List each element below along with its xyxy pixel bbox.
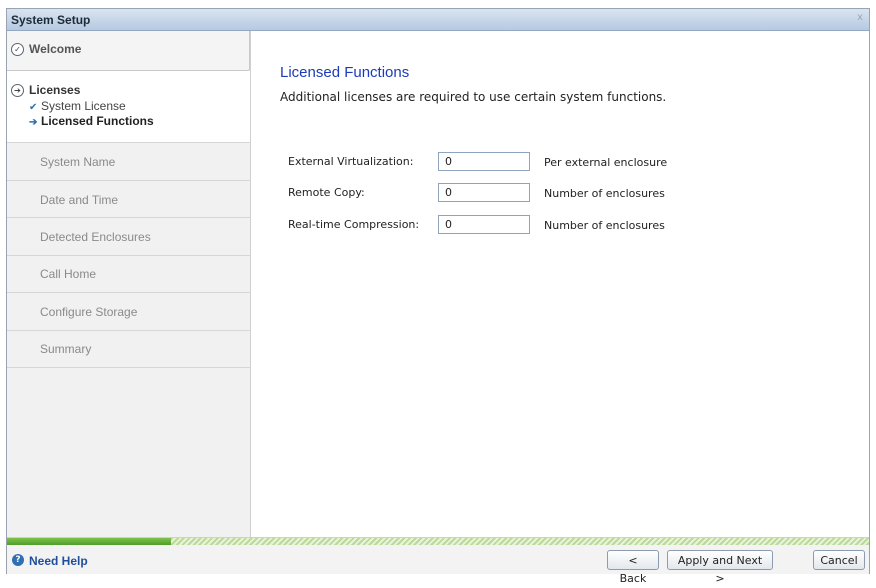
- page-description: Additional licenses are required to use …: [280, 90, 667, 104]
- step-call-home-label: Call Home: [40, 267, 97, 281]
- remote-copy-unit: Number of enclosures: [544, 187, 665, 200]
- field-row-external-virtualization: External Virtualization: Per external en…: [251, 149, 871, 173]
- step-configure-storage[interactable]: Configure Storage: [7, 293, 250, 331]
- licensed-functions-panel: Licensed Functions Additional licenses a…: [251, 31, 869, 537]
- real-time-compression-label: Real-time Compression:: [288, 218, 420, 231]
- step-licenses[interactable]: ➔ Licenses ✔ System License ➔ Licensed Fun…: [7, 71, 250, 143]
- apply-and-next-button[interactable]: Apply and Next >: [667, 550, 773, 585]
- cancel-button[interactable]: Cancel: [813, 550, 865, 570]
- wizard-progress-fill: [7, 538, 171, 545]
- step-detected-enclosures[interactable]: Detected Enclosures: [7, 218, 250, 256]
- step-licenses-label: Licenses: [29, 83, 81, 97]
- remote-copy-label: Remote Copy:: [288, 186, 365, 199]
- step-detected-enclosures-label: Detected Enclosures: [40, 230, 151, 244]
- real-time-compression-unit: Number of enclosures: [544, 219, 665, 232]
- external-virtualization-input[interactable]: [438, 152, 530, 171]
- field-row-real-time-compression: Real-time Compression: Number of enclosu…: [251, 212, 871, 236]
- substep-licensed-functions-label: Licensed Functions: [41, 114, 154, 128]
- real-time-compression-input[interactable]: [438, 215, 530, 234]
- external-virtualization-unit: Per external enclosure: [544, 156, 668, 169]
- step-configure-storage-label: Configure Storage: [40, 305, 138, 319]
- wizard-progress-bar: [7, 537, 869, 545]
- substep-licensed-functions[interactable]: ➔ Licensed Functions: [29, 114, 154, 128]
- page-title: Licensed Functions: [280, 64, 410, 81]
- check-icon: ✔: [29, 102, 38, 113]
- step-welcome[interactable]: ✓ Welcome: [7, 31, 250, 71]
- substep-system-license-label: System License: [41, 99, 126, 113]
- title-bar: System Setup x: [7, 9, 869, 31]
- step-welcome-label: Welcome: [29, 42, 82, 56]
- back-button[interactable]: < Back: [607, 550, 659, 585]
- arrow-right-icon: ➔: [29, 117, 38, 128]
- dialog-footer: ? Need Help < Back Apply and Next > Canc…: [7, 545, 869, 585]
- step-date-and-time-label: Date and Time: [40, 193, 119, 207]
- external-virtualization-label: External Virtualization:: [288, 155, 414, 168]
- dialog-title: System Setup: [11, 13, 91, 27]
- step-date-and-time[interactable]: Date and Time: [7, 181, 250, 218]
- close-icon[interactable]: x: [857, 12, 863, 23]
- field-row-remote-copy: Remote Copy: Number of enclosures: [251, 180, 871, 204]
- substep-system-license[interactable]: ✔ System License: [29, 99, 126, 113]
- check-circle-icon: ✓: [11, 43, 24, 56]
- arrow-circle-icon: ➔: [11, 84, 24, 97]
- help-icon[interactable]: ?: [12, 554, 24, 566]
- remote-copy-input[interactable]: [438, 183, 530, 202]
- wizard-steps-sidebar: ✓ Welcome ➔ Licenses ✔ System License ➔ Li…: [7, 31, 251, 537]
- step-call-home[interactable]: Call Home: [7, 256, 250, 293]
- need-help-link[interactable]: Need Help: [29, 554, 88, 568]
- step-summary-label: Summary: [40, 342, 92, 356]
- step-system-name[interactable]: System Name: [7, 143, 250, 181]
- step-summary[interactable]: Summary: [7, 331, 250, 368]
- step-system-name-label: System Name: [40, 155, 116, 169]
- system-setup-dialog: System Setup x ✓ Welcome ➔ Licenses ✔ Sys…: [6, 8, 870, 585]
